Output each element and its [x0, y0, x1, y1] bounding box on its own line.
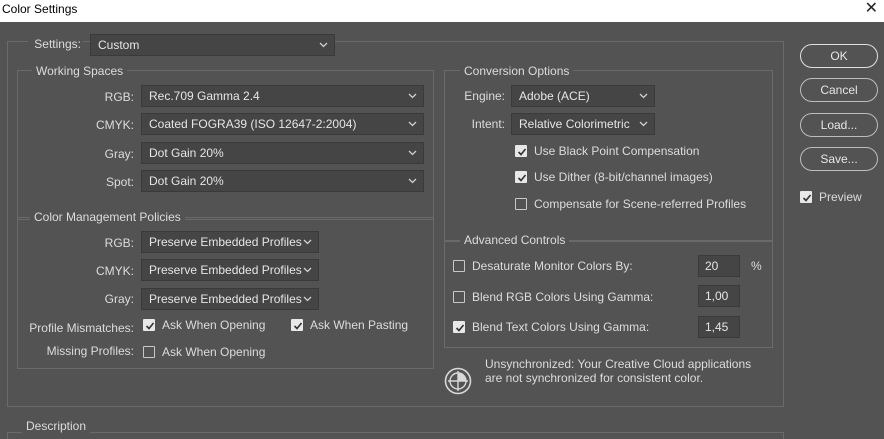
preview-checkbox[interactable]	[800, 191, 812, 203]
ws-gray-label: Gray:	[104, 147, 134, 161]
intent-label: Intent:	[471, 117, 505, 131]
pol-cmyk-value: Preserve Embedded Profiles	[149, 263, 302, 277]
pol-rgb-value: Preserve Embedded Profiles	[149, 235, 302, 249]
chevron-down-icon	[639, 114, 648, 134]
chevron-down-icon	[303, 260, 312, 280]
ws-cmyk-label: CMYK:	[95, 118, 134, 132]
chevron-down-icon	[639, 86, 648, 106]
pol-rgb-label: RGB:	[104, 236, 134, 250]
intent-select[interactable]: Relative Colorimetric	[511, 113, 655, 135]
blend-text-checkbox[interactable]	[453, 321, 465, 333]
ws-spot-select[interactable]: Dot Gain 20%	[141, 170, 424, 192]
black-point-label: Use Black Point Compensation	[534, 144, 700, 158]
conversion-legend: Conversion Options	[460, 64, 574, 78]
description-group	[7, 432, 784, 439]
mismatch-ask-pasting-checkbox[interactable]	[291, 319, 303, 331]
engine-value: Adobe (ACE)	[519, 89, 590, 103]
chevron-down-icon	[303, 289, 312, 309]
chevron-down-icon	[408, 86, 417, 106]
blend-rgb-field[interactable]: 1,00	[698, 285, 740, 307]
mismatch-ask-opening-checkbox[interactable]	[143, 319, 155, 331]
intent-value: Relative Colorimetric	[519, 117, 630, 131]
scene-referred-label: Compensate for Scene-referred Profiles	[534, 197, 747, 211]
cancel-button[interactable]: Cancel	[800, 78, 878, 102]
desaturate-checkbox[interactable]	[453, 260, 465, 272]
ws-rgb-label: RGB:	[104, 90, 134, 104]
blend-text-label: Blend Text Colors Using Gamma:	[472, 320, 650, 334]
mismatch-ask-opening-label: Ask When Opening	[162, 318, 266, 332]
color-settings-dialog: Settings: Custom Working Spaces RGB: Rec…	[0, 22, 884, 439]
engine-label: Engine:	[464, 89, 505, 103]
desaturate-field[interactable]: 20	[698, 255, 740, 277]
pol-gray-select[interactable]: Preserve Embedded Profiles	[141, 288, 319, 310]
sync-message-line2: are not synchronized for consistent colo…	[485, 371, 704, 385]
missing-ask-opening-label: Ask When Opening	[162, 345, 266, 359]
chevron-down-icon	[408, 114, 417, 134]
settings-select-value: Custom	[98, 38, 140, 52]
engine-select[interactable]: Adobe (ACE)	[511, 85, 655, 107]
pol-gray-value: Preserve Embedded Profiles	[149, 292, 302, 306]
advanced-legend: Advanced Controls	[460, 233, 570, 247]
pol-rgb-select[interactable]: Preserve Embedded Profiles	[141, 231, 319, 253]
missing-profiles-label: Missing Profiles:	[46, 344, 134, 358]
pol-cmyk-label: CMYK:	[95, 264, 134, 278]
blend-rgb-checkbox[interactable]	[453, 291, 465, 303]
profile-mismatches-label: Profile Mismatches:	[29, 321, 134, 335]
settings-label: Settings:	[28, 37, 83, 51]
save-button[interactable]: Save...	[800, 147, 878, 171]
policies-legend: Color Management Policies	[30, 210, 185, 224]
dither-label: Use Dither (8-bit/channel images)	[534, 170, 713, 184]
load-button[interactable]: Load...	[800, 113, 878, 137]
missing-ask-opening-checkbox[interactable]	[143, 346, 155, 358]
window-title: Color Settings	[2, 2, 78, 16]
chevron-down-icon	[408, 143, 417, 163]
settings-select[interactable]: Custom	[90, 34, 335, 56]
blend-rgb-label: Blend RGB Colors Using Gamma:	[472, 290, 654, 304]
ws-cmyk-select[interactable]: Coated FOGRA39 (ISO 12647-2:2004)	[141, 113, 424, 135]
pol-cmyk-select[interactable]: Preserve Embedded Profiles	[141, 259, 319, 281]
chevron-down-icon	[303, 232, 312, 252]
desaturate-unit: %	[751, 259, 762, 273]
desaturate-label: Desaturate Monitor Colors By:	[472, 259, 633, 273]
close-icon[interactable]: ✕	[865, 0, 878, 18]
mismatch-ask-pasting-label: Ask When Pasting	[310, 318, 409, 332]
dither-checkbox[interactable]	[515, 171, 527, 183]
ws-rgb-select[interactable]: Rec.709 Gamma 2.4	[141, 85, 424, 107]
chevron-down-icon	[319, 35, 328, 55]
pol-gray-label: Gray:	[104, 292, 134, 306]
title-bar: Color Settings ✕	[0, 0, 884, 22]
black-point-checkbox[interactable]	[515, 145, 527, 157]
ok-button[interactable]: OK	[800, 44, 878, 68]
ws-spot-value: Dot Gain 20%	[149, 174, 224, 188]
ws-spot-label: Spot:	[105, 175, 134, 189]
ws-gray-value: Dot Gain 20%	[149, 146, 224, 160]
working-spaces-legend: Working Spaces	[32, 64, 128, 78]
chevron-down-icon	[408, 171, 417, 191]
description-legend: Description	[22, 419, 91, 433]
ws-cmyk-value: Coated FOGRA39 (ISO 12647-2:2004)	[149, 117, 357, 131]
scene-referred-checkbox[interactable]	[515, 198, 527, 210]
sync-status-icon	[444, 367, 472, 395]
sync-message-line1: Unsynchronized: Your Creative Cloud appl…	[485, 357, 752, 371]
preview-label: Preview	[819, 190, 862, 204]
blend-text-field[interactable]: 1,45	[698, 316, 740, 338]
ws-rgb-value: Rec.709 Gamma 2.4	[149, 89, 260, 103]
ws-gray-select[interactable]: Dot Gain 20%	[141, 142, 424, 164]
